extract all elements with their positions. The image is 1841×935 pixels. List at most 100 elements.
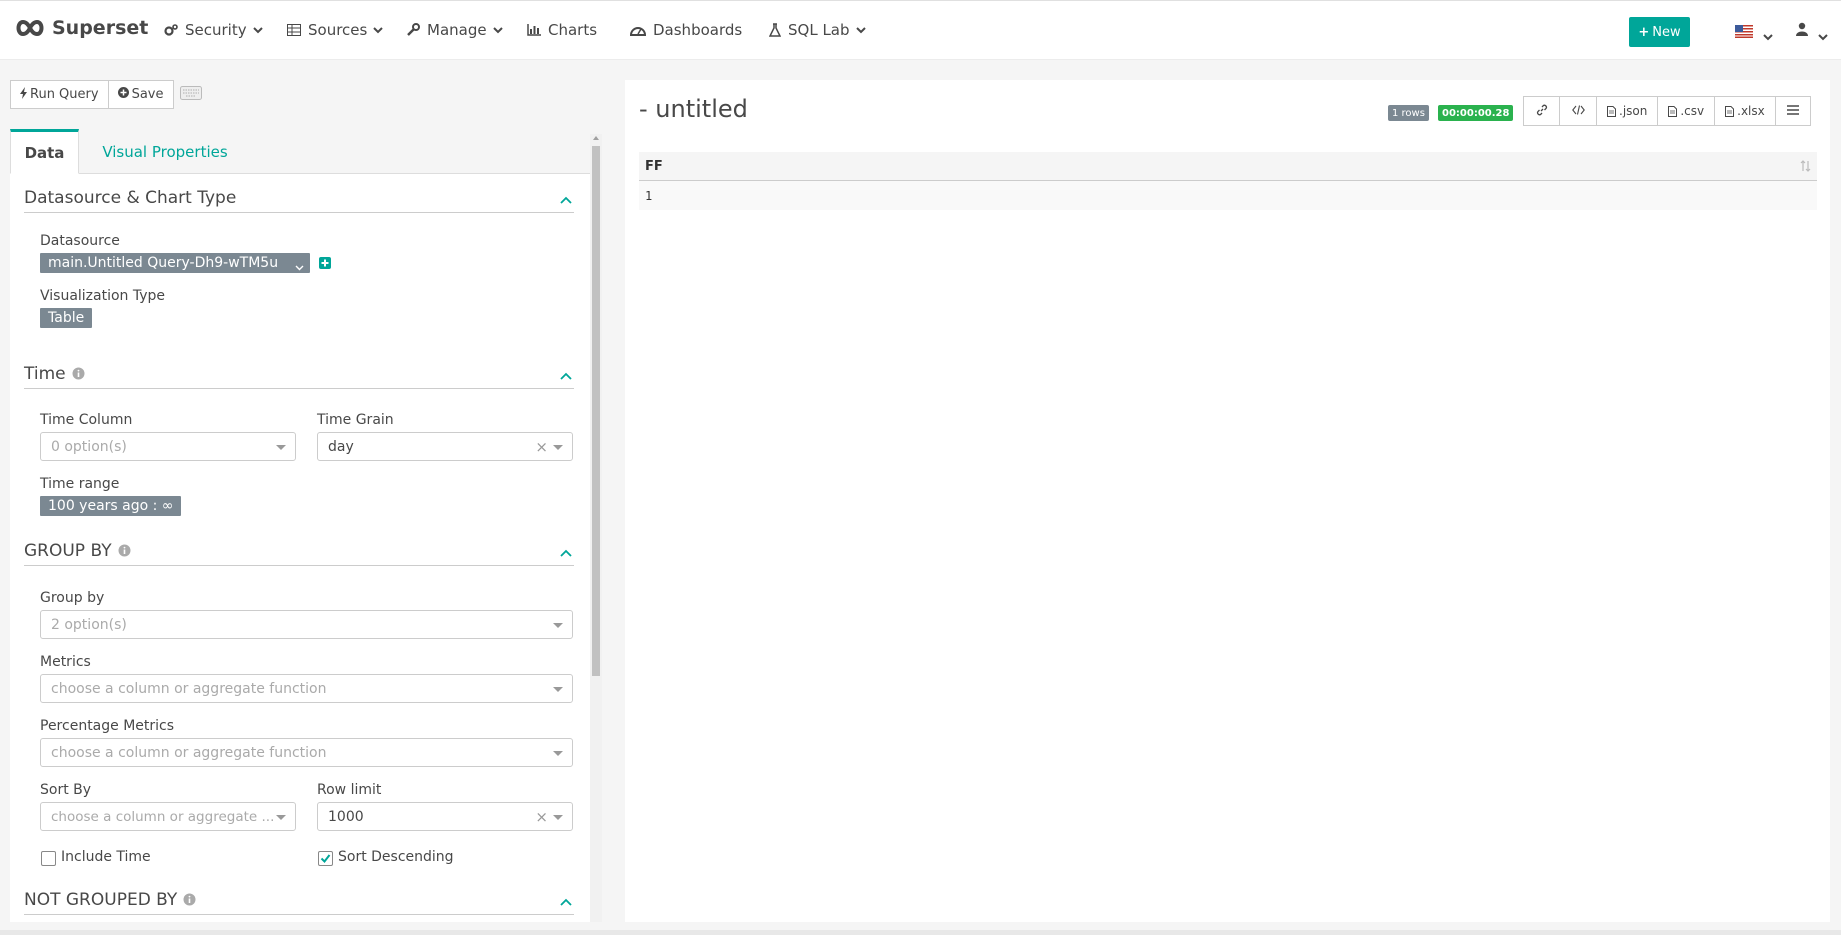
embed-code-button[interactable] <box>1560 96 1597 126</box>
section-time-header[interactable]: Time <box>24 359 574 389</box>
chevron-down-icon[interactable] <box>1818 29 1828 45</box>
export-xlsx-button[interactable]: .xlsx <box>1715 96 1776 126</box>
chevron-up-icon[interactable] <box>560 891 572 911</box>
us-flag-icon[interactable] <box>1735 25 1753 38</box>
row-limit-value: 1000 <box>328 808 364 825</box>
control-panel-scrollbar[interactable] <box>590 134 602 922</box>
file-icon <box>1607 105 1616 117</box>
wrench-icon <box>406 23 420 37</box>
dashboard-icon <box>630 24 646 36</box>
clear-icon[interactable]: × <box>535 808 548 826</box>
sort-icon[interactable] <box>1800 160 1811 176</box>
section-datasource-title: Datasource & Chart Type <box>24 187 237 208</box>
chart-title[interactable]: - untitled <box>639 95 748 123</box>
time-column-select[interactable]: 0 option(s) <box>40 432 296 461</box>
chevron-down-icon[interactable] <box>1763 29 1773 45</box>
datasource-selector[interactable]: main.Untitled Query-Dh9-wTM5u <box>40 253 310 273</box>
plus-circle-icon <box>117 87 129 102</box>
tab-data[interactable]: Data <box>10 129 79 174</box>
time-range-label: Time range <box>40 476 120 492</box>
time-column-placeholder: 0 option(s) <box>51 438 127 455</box>
caret-down-icon <box>553 623 563 628</box>
chevron-down-icon <box>373 26 384 34</box>
time-column-label: Time Column <box>40 412 133 428</box>
brand-logo[interactable]: Superset <box>14 17 148 39</box>
nav-manage[interactable]: Manage <box>406 21 503 39</box>
file-icon <box>1668 105 1678 117</box>
chevron-up-icon[interactable] <box>560 542 572 562</box>
metrics-select[interactable]: choose a column or aggregate function <box>40 674 573 703</box>
export-json-button[interactable]: .json <box>1597 96 1659 126</box>
viz-type-label: Visualization Type <box>40 288 166 304</box>
user-icon[interactable] <box>1796 22 1808 40</box>
section-not-grouped-by-header[interactable]: NOT GROUPED BY <box>24 885 574 915</box>
cogs-icon <box>164 23 178 37</box>
more-actions-button[interactable] <box>1775 96 1811 126</box>
top-navbar: Superset Security Sources Manage Charts … <box>0 0 1841 60</box>
tab-visual-properties[interactable]: Visual Properties <box>90 129 240 174</box>
include-time-checkbox[interactable] <box>41 851 56 866</box>
viz-type-selector[interactable]: Table <box>40 308 93 328</box>
export-csv-button[interactable]: .csv <box>1658 96 1716 126</box>
row-limit-select[interactable]: 1000 × <box>317 802 573 831</box>
bottom-scrollbar <box>0 930 1841 935</box>
section-datasource-header[interactable]: Datasource & Chart Type <box>24 183 574 213</box>
chart-panel: - untitled 1 rows 00:00:00.28 .json .csv… <box>625 80 1830 922</box>
chart-actions: .json .csv .xlsx <box>1523 96 1811 126</box>
keyboard-icon[interactable] <box>179 85 202 104</box>
caret-down-icon <box>276 445 286 450</box>
sort-by-select[interactable]: choose a column or aggregate ... <box>40 802 296 831</box>
column-header-ff[interactable]: FF <box>645 159 663 174</box>
caret-down-icon <box>553 687 563 692</box>
nav-charts[interactable]: Charts <box>527 21 597 39</box>
link-icon <box>1536 104 1548 119</box>
time-grain-select[interactable]: day × <box>317 432 573 461</box>
control-tabs: Data Visual Properties <box>10 129 590 174</box>
info-icon[interactable] <box>72 367 85 380</box>
chevron-up-icon[interactable] <box>560 365 572 385</box>
query-time-badge: 00:00:00.28 <box>1438 105 1514 121</box>
table-icon <box>287 24 301 36</box>
nav-sql-lab[interactable]: SQL Lab <box>769 21 866 39</box>
sort-by-placeholder: choose a column or aggregate ... <box>51 808 275 825</box>
nav-dashboards-label: Dashboards <box>653 21 743 39</box>
hamburger-icon <box>1786 104 1799 118</box>
scrollbar-thumb[interactable] <box>592 146 600 676</box>
copy-link-button[interactable] <box>1523 96 1560 126</box>
export-json-label: .json <box>1619 104 1648 118</box>
bar-chart-icon <box>527 24 541 36</box>
table-header: FF <box>639 152 1817 181</box>
nav-sources[interactable]: Sources <box>287 21 384 39</box>
nav-security[interactable]: Security <box>164 21 263 39</box>
time-range-selector[interactable]: 100 years ago : ∞ <box>40 496 182 516</box>
sort-descending-checkbox[interactable] <box>318 851 333 866</box>
chevron-down-icon <box>252 26 263 34</box>
brand-name: Superset <box>52 17 149 39</box>
save-label: Save <box>131 87 164 102</box>
datasource-label: Datasource <box>40 233 120 249</box>
info-icon[interactable] <box>118 544 131 557</box>
clear-icon[interactable]: × <box>535 438 548 456</box>
table-cell: 1 <box>645 188 653 203</box>
section-group-by-header[interactable]: GROUP BY <box>24 536 574 566</box>
scroll-up-icon[interactable] <box>593 136 599 140</box>
save-button[interactable]: Save <box>108 80 174 109</box>
run-query-button[interactable]: Run Query <box>10 80 109 109</box>
export-xlsx-label: .xlsx <box>1737 104 1765 118</box>
add-datasource-icon[interactable] <box>319 257 331 273</box>
new-button-label: New <box>1652 24 1681 40</box>
section-group-by-title: GROUP BY <box>24 540 112 561</box>
new-button[interactable]: + New <box>1629 17 1690 47</box>
superset-logo-icon <box>16 19 44 37</box>
nav-dashboards[interactable]: Dashboards <box>630 21 742 39</box>
time-grain-value: day <box>328 438 354 455</box>
sort-by-label: Sort By <box>40 782 92 798</box>
sort-descending-label: Sort Descending <box>338 849 454 865</box>
chevron-up-icon[interactable] <box>560 189 572 209</box>
row-limit-label: Row limit <box>317 782 382 798</box>
query-toolbar: Run Query Save <box>10 80 202 109</box>
percentage-metrics-select[interactable]: choose a column or aggregate function <box>40 738 573 767</box>
group-by-select[interactable]: 2 option(s) <box>40 610 573 639</box>
nav-manage-label: Manage <box>427 21 487 39</box>
info-icon[interactable] <box>183 893 196 906</box>
